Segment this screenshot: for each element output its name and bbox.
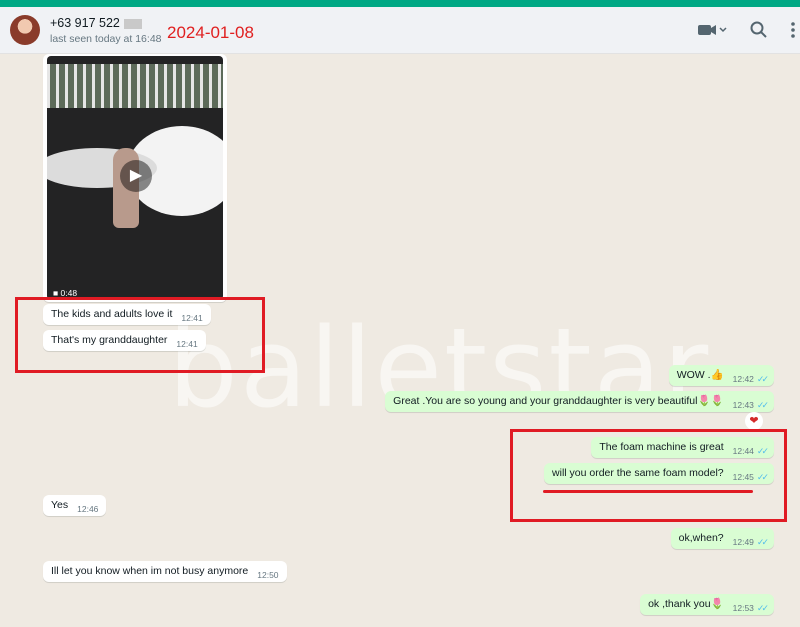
search-icon	[750, 21, 767, 38]
message-time: 12:42	[732, 374, 754, 384]
heart-reaction-icon[interactable]: ❤	[745, 412, 763, 430]
message-text: ok ,thank you🌷	[648, 598, 724, 610]
search-button[interactable]	[749, 19, 771, 41]
annotation-date: 2024-01-08	[167, 23, 254, 42]
video-thumbnail[interactable]: ▶ ■ 0:48	[47, 56, 223, 300]
menu-icon	[791, 22, 795, 38]
read-ticks-icon: ✓✓	[756, 603, 769, 613]
message-bubble[interactable]: ok ,thank you🌷 12:53 ✓✓	[640, 594, 774, 615]
message-time: 12:50	[257, 570, 279, 580]
message-text: Ill let you know when im not busy anymor…	[51, 565, 249, 577]
chevron-down-icon	[719, 27, 727, 33]
message-bubble[interactable]: ok,when? 12:49 ✓✓	[670, 528, 774, 549]
read-ticks-icon: ✓✓	[756, 374, 769, 384]
redacted-number	[123, 18, 142, 29]
read-ticks-icon: ✓✓	[756, 537, 769, 547]
message-text: Yes	[51, 499, 69, 511]
chat-header: +63 917 522 last seen today at 16:48 202…	[0, 7, 800, 54]
contact-avatar[interactable]	[10, 15, 40, 45]
highlight-box-outgoing	[510, 429, 787, 522]
menu-button[interactable]	[786, 19, 800, 41]
message-bubble[interactable]: Yes 12:46	[43, 495, 107, 516]
play-icon[interactable]: ▶	[120, 160, 152, 192]
message-time: 12:49	[732, 537, 754, 547]
fence-scene	[47, 64, 223, 108]
message-time: 12:53	[732, 603, 754, 613]
message-list[interactable]: balletstar ▶ ■ 0:48 The kids and adults …	[0, 54, 800, 627]
message-text: WOW .👍	[676, 369, 724, 381]
highlight-box-incoming	[15, 297, 265, 373]
message-bubble[interactable]: Ill let you know when im not busy anymor…	[43, 561, 287, 582]
message-bubble[interactable]: WOW .👍 12:42 ✓✓	[668, 365, 774, 386]
video-call-icon	[698, 25, 727, 35]
video-message[interactable]: ▶ ■ 0:48	[43, 54, 227, 302]
contact-name[interactable]: +63 917 522	[50, 16, 120, 30]
read-ticks-icon: ✓✓	[756, 400, 769, 410]
message-time: 12:46	[77, 504, 99, 514]
message-bubble[interactable]: Great .You are so young and your grandda…	[385, 391, 774, 412]
contact-name-group[interactable]: +63 917 522	[50, 16, 142, 30]
highlight-underline	[543, 490, 753, 493]
message-text: Great .You are so young and your grandda…	[393, 395, 724, 407]
message-time: 12:43	[732, 400, 754, 410]
top-accent-bar	[0, 0, 800, 7]
message-text: ok,when?	[678, 532, 724, 544]
video-call-button[interactable]	[697, 19, 729, 41]
last-seen-status: last seen today at 16:48	[50, 33, 162, 45]
